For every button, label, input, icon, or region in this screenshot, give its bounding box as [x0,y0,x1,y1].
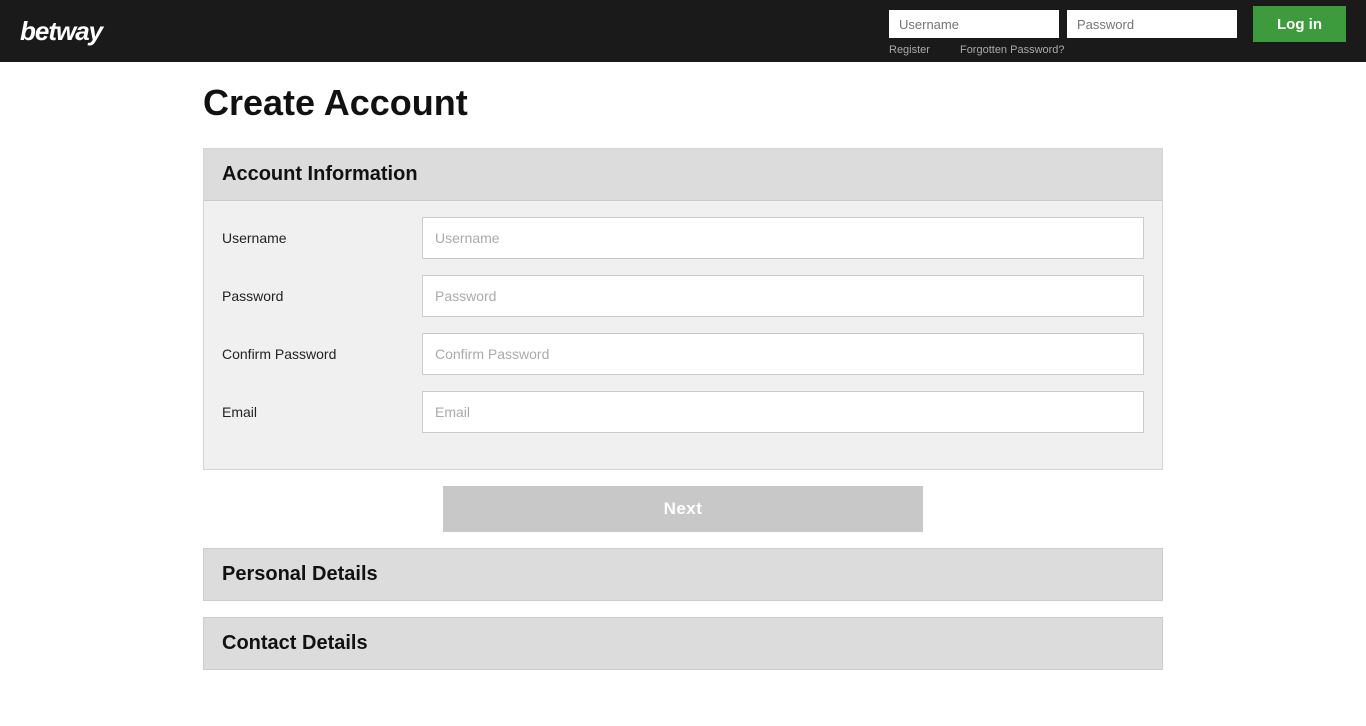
forgotten-password-link[interactable]: Forgotten Password? [960,44,1065,56]
site-header: betway Log in Register Forgotten Passwor… [0,0,1366,62]
page-title: Create Account [203,82,1163,124]
username-input[interactable] [422,217,1144,259]
header-password-input[interactable] [1067,10,1237,38]
next-button[interactable]: Next [443,486,923,532]
header-field-row: Log in [889,6,1346,42]
personal-details-panel: Personal Details [203,548,1163,601]
account-info-heading: Account Information [222,163,1144,186]
username-row: Username [222,217,1144,259]
email-row: Email [222,391,1144,433]
password-row: Password [222,275,1144,317]
confirm-password-row: Confirm Password [222,333,1144,375]
confirm-password-input[interactable] [422,333,1144,375]
header-right: Log in Register Forgotten Password? [889,6,1346,56]
login-button[interactable]: Log in [1253,6,1346,42]
contact-details-panel: Contact Details [203,617,1163,670]
register-link[interactable]: Register [889,44,930,56]
email-input[interactable] [422,391,1144,433]
next-button-wrap: Next [203,486,1163,532]
confirm-password-label: Confirm Password [222,346,422,362]
personal-details-heading: Personal Details [222,563,1144,586]
main-content: Create Account Account Information Usern… [183,62,1183,726]
header-username-input[interactable] [889,10,1059,38]
username-label: Username [222,230,422,246]
contact-details-heading: Contact Details [222,632,1144,655]
logo: betway [20,16,102,47]
password-label: Password [222,288,422,304]
password-input[interactable] [422,275,1144,317]
account-info-header: Account Information [204,149,1162,201]
header-links-row: Register Forgotten Password? [889,44,1346,56]
account-info-panel: Account Information Username Password Co… [203,148,1163,470]
header-auth-area: Log in Register Forgotten Password? [889,6,1346,56]
account-info-body: Username Password Confirm Password Email [204,201,1162,469]
email-label: Email [222,404,422,420]
